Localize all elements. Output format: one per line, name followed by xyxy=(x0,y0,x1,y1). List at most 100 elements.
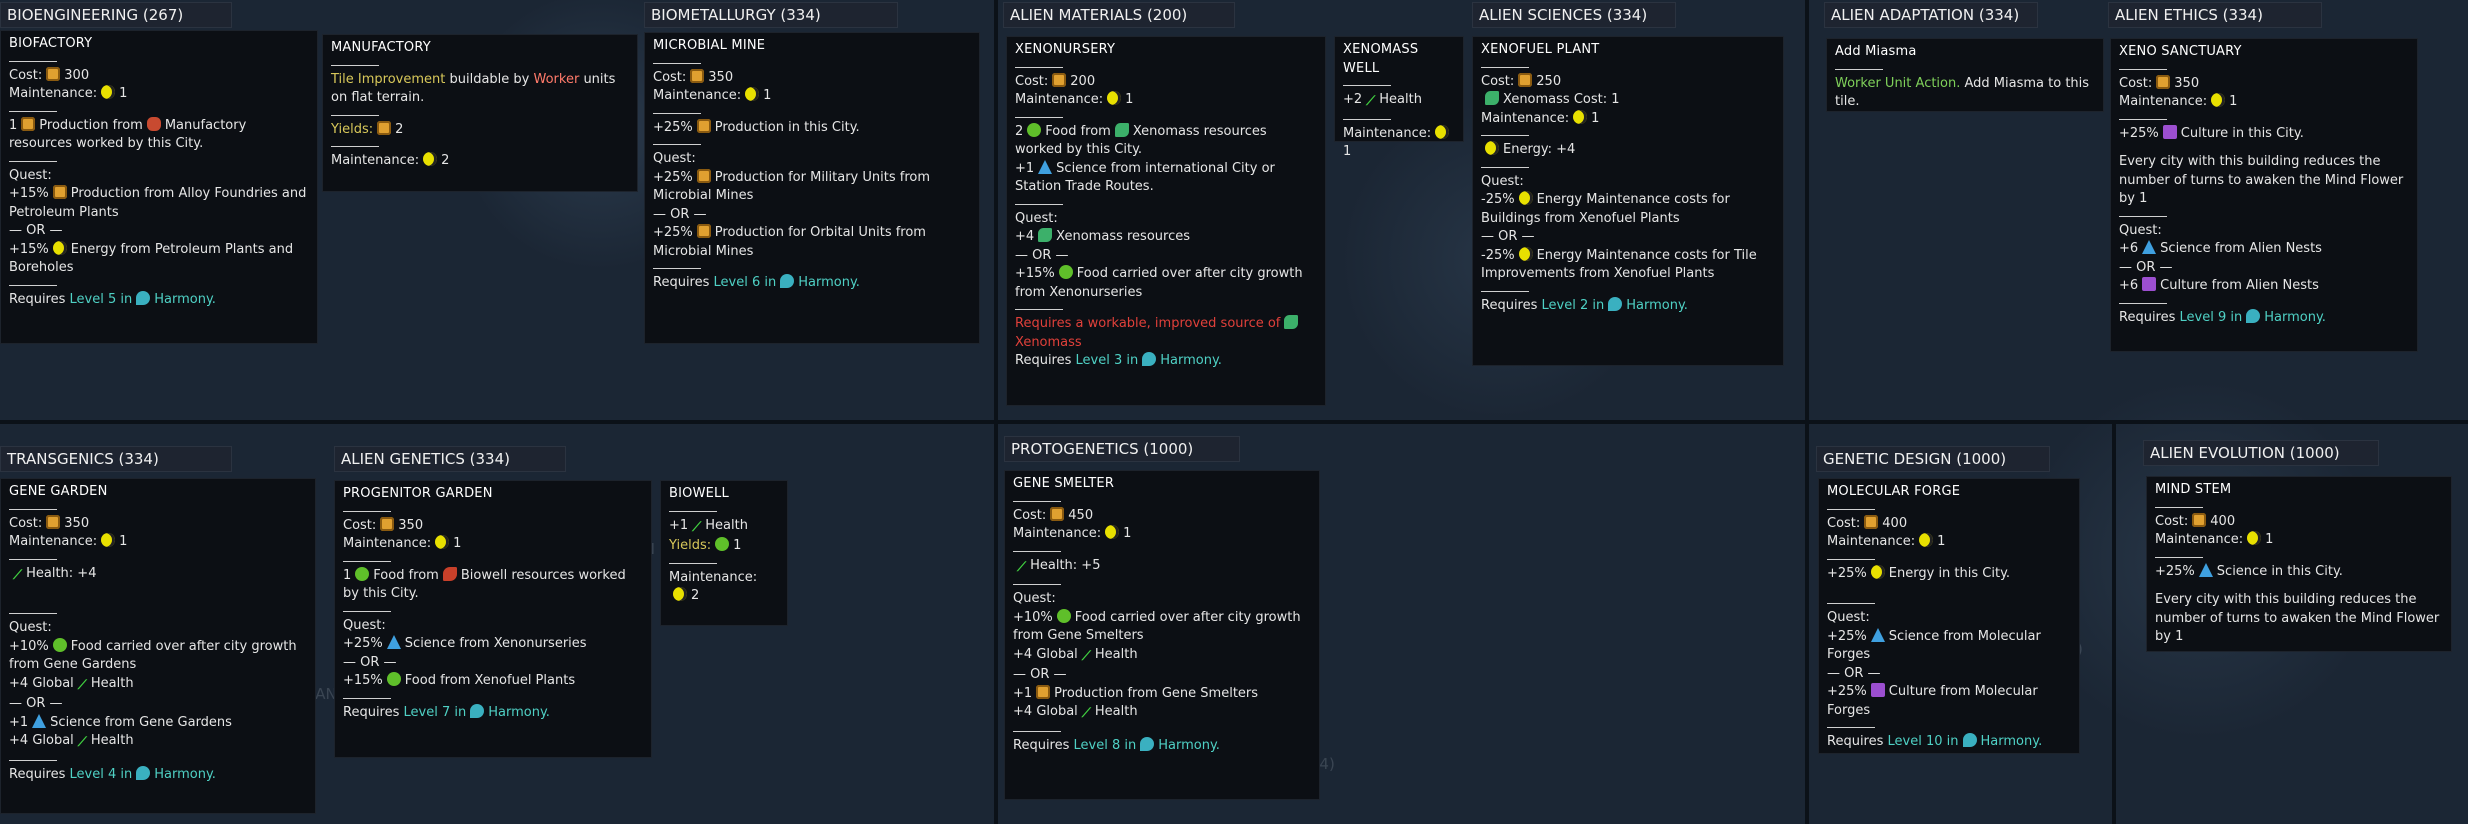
cost-line: Cost: 350 xyxy=(9,514,307,534)
quest-amount: +4 xyxy=(1015,229,1035,244)
effect-line: +25% Energy in this City. xyxy=(1827,564,2071,584)
effect-text: Science in this City. xyxy=(2216,563,2343,579)
effect-amount: +25% xyxy=(2155,563,2195,579)
tech-header-alien-ethics[interactable]: ALIEN ETHICS (334) xyxy=(2108,2,2322,28)
production-icon xyxy=(1518,72,1533,87)
yields-line: Yields: 1 xyxy=(669,537,779,556)
health-icon: ⟋ xyxy=(692,519,702,535)
separator xyxy=(343,610,391,612)
health-amount: +1 xyxy=(669,517,689,533)
quest-amount: +10% xyxy=(9,638,49,654)
effect-amount: 1 xyxy=(343,567,352,583)
quest-text: Production for Military Units from Micro… xyxy=(653,169,931,204)
maintenance-line: Maintenance: 1 xyxy=(2155,531,2443,550)
science-icon xyxy=(2142,240,2157,254)
production-icon xyxy=(690,68,705,83)
improvement-card-manufactory: MANUFACTORY Tile Improvement buildable b… xyxy=(322,34,638,192)
production-icon xyxy=(1050,506,1065,521)
building-card-xenonursery: XENONURSERY Cost: 200 Maintenance: 1 2 Food… xyxy=(1006,36,1326,406)
energy-icon xyxy=(423,152,438,166)
card-title: PROGENITOR GARDEN xyxy=(343,486,493,501)
quest-amount: +4 xyxy=(1013,704,1033,719)
maintenance-value: 1 xyxy=(1591,110,1600,126)
quest-option: -25% Energy Maintenance costs for Tile Im… xyxy=(1481,246,1775,284)
tech-header-genetic-design[interactable]: GENETIC DESIGN (1000) xyxy=(1816,446,2050,472)
health-line: ⟋ Health: +5 xyxy=(1013,557,1311,578)
tech-header-biometallurgy[interactable]: BIOMETALLURGY (334) xyxy=(644,2,898,28)
tech-header-alien-materials[interactable]: ALIEN MATERIALS (200) xyxy=(1003,2,1235,28)
cost-line: Cost: 250 xyxy=(1481,72,1775,92)
maintenance-line: Maintenance: 2 xyxy=(669,569,779,606)
harmony-icon xyxy=(780,274,795,288)
maintenance-value: 2 xyxy=(441,153,450,168)
health-label: Health xyxy=(705,517,748,533)
quest-amount: +10% xyxy=(1013,609,1053,625)
energy-icon xyxy=(1573,109,1588,124)
or-divider: — OR — xyxy=(343,654,397,670)
cost-line: Cost: 350 xyxy=(343,516,643,536)
tech-header-transgenics[interactable]: TRANSGENICS (334) xyxy=(0,446,232,472)
separator xyxy=(1827,508,1875,510)
quest-amount: +15% xyxy=(9,241,49,257)
tech-header-alien-genetics[interactable]: ALIEN GENETICS (334) xyxy=(334,446,566,472)
or-divider: — OR — xyxy=(1481,229,1535,244)
separator xyxy=(1015,66,1063,68)
card-title: MOLECULAR FORGE xyxy=(1827,484,1961,499)
production-icon xyxy=(696,118,711,133)
tech-header-bioengineering[interactable]: BIOENGINEERING (267) xyxy=(0,2,232,28)
maintenance-line: Maintenance: 1 xyxy=(2119,93,2409,112)
energy-icon xyxy=(435,535,450,549)
card-title: MANUFACTORY xyxy=(331,40,431,55)
or-divider: — OR — xyxy=(1013,667,1067,682)
health-amount: +2 xyxy=(1343,92,1363,107)
requires-label: Requires xyxy=(653,275,710,290)
yields-value: 1 xyxy=(733,538,742,553)
tech-header-alien-adaptation[interactable]: ALIEN ADAPTATION (334) xyxy=(1824,2,2038,28)
quest-amount: +1 xyxy=(9,714,29,730)
separator xyxy=(669,562,717,564)
separator xyxy=(669,510,717,512)
card-title: BIOFACTORY xyxy=(9,36,93,51)
requires-in: in xyxy=(1126,353,1139,368)
cost-label: Cost: xyxy=(1015,73,1049,89)
separator xyxy=(343,510,391,512)
energy-icon xyxy=(1870,564,1885,579)
maintenance-value: 1 xyxy=(453,536,462,551)
cost-line: Cost: 350 xyxy=(653,68,971,88)
tech-header-protogenetics[interactable]: PROTOGENETICS (1000) xyxy=(1004,436,1240,462)
effect-line: +25% Production in this City. xyxy=(653,118,971,138)
requires-level: Level 7 xyxy=(403,704,451,720)
requires-level: Level 9 xyxy=(2179,309,2227,325)
tech-header-alien-sciences[interactable]: ALIEN SCIENCES (334) xyxy=(1472,2,1676,28)
tech-header-alien-evolution[interactable]: ALIEN EVOLUTION (1000) xyxy=(2143,440,2379,466)
separator xyxy=(1481,135,1529,136)
quest-label: Quest: xyxy=(9,167,52,183)
maintenance-value: 2 xyxy=(691,588,700,603)
requires-label: Requires xyxy=(1015,353,1072,368)
separator xyxy=(1827,603,1875,604)
card-title: MIND STEM xyxy=(2155,482,2232,497)
quest-option: +4 Global ⟋ Health xyxy=(1013,646,1311,667)
energy-icon xyxy=(101,85,116,99)
quest-label: Quest: xyxy=(1481,173,1524,189)
building-card-progenitor-garden: PROGENITOR GARDEN Cost: 350 Maintenance: 1… xyxy=(334,480,652,758)
quest-text: Science from Gene Gardens xyxy=(50,714,232,730)
quest-text: Xenomass resources xyxy=(1056,229,1190,244)
energy-icon xyxy=(745,87,760,101)
separator xyxy=(9,558,57,560)
maintenance-value: 1 xyxy=(2229,94,2238,109)
or-divider: — OR — xyxy=(9,223,63,238)
maintenance-value: 1 xyxy=(1343,144,1352,159)
cost-label: Cost: xyxy=(2119,75,2153,91)
maintenance-value: 1 xyxy=(1937,534,1946,549)
building-card-molecular-forge: MOLECULAR FORGE Cost: 400 Maintenance: 1 +… xyxy=(1818,478,2080,754)
affinity-harmony: Harmony. xyxy=(1158,737,1220,753)
quest-amount: +6 xyxy=(2119,241,2139,256)
cost-line: Cost: 400 xyxy=(1827,514,2071,534)
requires-line: Requires Level 3 in Harmony. xyxy=(1015,352,1317,371)
effect-amount: +25% xyxy=(653,119,693,135)
separator xyxy=(2119,215,2167,217)
yields-line: Yields: 2 xyxy=(331,120,629,140)
cost-value: 400 xyxy=(1882,515,1908,531)
